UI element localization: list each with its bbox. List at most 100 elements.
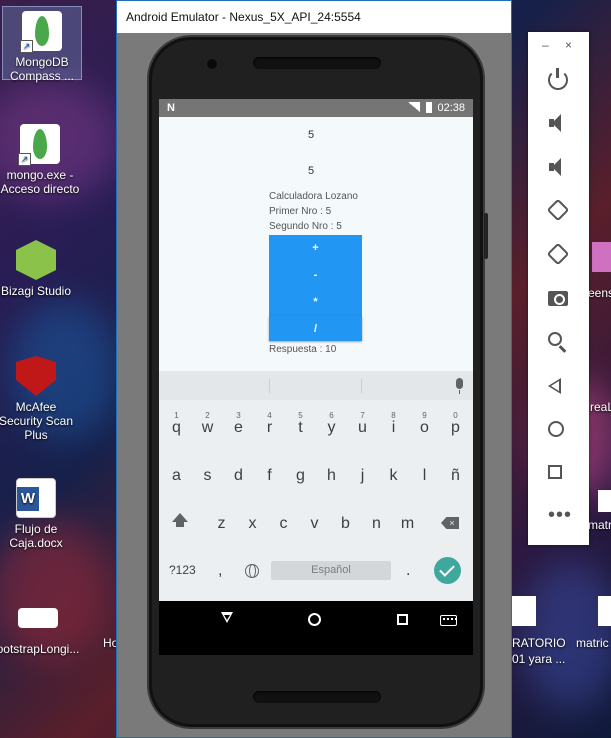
- key-label: e: [234, 419, 243, 436]
- key-hint: 7: [360, 411, 365, 420]
- key-label: b: [341, 515, 350, 532]
- status-time: 02:38: [437, 102, 465, 114]
- power-icon: [548, 68, 568, 90]
- key-r[interactable]: r4: [254, 411, 285, 442]
- divide-button[interactable]: /: [269, 316, 362, 341]
- desktop-icon-label: ootstrapLongi...: [0, 642, 80, 656]
- key-l[interactable]: l: [409, 459, 440, 490]
- back-button[interactable]: [548, 378, 568, 398]
- home-button[interactable]: [548, 421, 568, 441]
- rotate-right-button[interactable]: [546, 242, 570, 266]
- key-z[interactable]: z: [206, 507, 237, 538]
- key-j[interactable]: j: [347, 459, 378, 490]
- more-button[interactable]: •••: [548, 505, 571, 530]
- desktop-partial-label: matric: [588, 518, 611, 532]
- key-e[interactable]: e3: [223, 411, 254, 442]
- power-button[interactable]: [548, 68, 568, 90]
- key-g[interactable]: g: [285, 459, 316, 490]
- zoom-button[interactable]: [548, 332, 568, 352]
- key-n[interactable]: n: [361, 507, 392, 538]
- volume-down-button[interactable]: [548, 157, 568, 177]
- symbols-key[interactable]: ?123: [169, 555, 196, 586]
- key-label: y: [327, 419, 336, 436]
- phone-screen[interactable]: N 02:38 5 5 Calculadora Lozano Primer Nr…: [159, 99, 473, 655]
- subtract-button[interactable]: -: [269, 262, 362, 289]
- desktop-icon-mcafee[interactable]: McAfee Security Scan Plus: [0, 356, 76, 442]
- desktop-icon-label: McAfee Security Scan Plus: [0, 400, 74, 442]
- desktop-icon-fragment: [598, 490, 611, 512]
- space-key[interactable]: Español: [271, 561, 391, 580]
- second-number-input[interactable]: 5: [159, 165, 463, 177]
- key-c[interactable]: c: [268, 507, 299, 538]
- desktop-partial-label: 01 yara ...: [512, 652, 566, 666]
- key-u[interactable]: u7: [347, 411, 378, 442]
- keyboard-row: q1w2e3r4t5y6u7i8o9p0: [159, 411, 473, 442]
- desktop-icon-mongo-exe[interactable]: ↗ mongo.exe - Acceso directo: [0, 124, 80, 196]
- result-label: Respuesta : 10: [269, 344, 337, 355]
- key-label: n: [372, 515, 381, 532]
- comma-key[interactable]: ,: [218, 555, 222, 586]
- key-b[interactable]: b: [330, 507, 361, 538]
- key-label: x: [248, 515, 257, 532]
- key-hint: 3: [236, 411, 241, 420]
- back-icon: [548, 378, 561, 394]
- nav-home-icon[interactable]: [308, 613, 321, 626]
- key-hint: 1: [174, 411, 179, 420]
- key-d[interactable]: d: [223, 459, 254, 490]
- key-hint: 0: [453, 411, 458, 420]
- keyboard-switch-icon[interactable]: [440, 615, 457, 626]
- key-v[interactable]: v: [299, 507, 330, 538]
- key-label: k: [389, 467, 398, 484]
- key-a[interactable]: a: [161, 459, 192, 490]
- desktop-icon-bizagi-studio[interactable]: Bizagi Studio: [0, 240, 76, 298]
- microphone-icon[interactable]: [456, 378, 463, 394]
- key-m[interactable]: m: [392, 507, 423, 538]
- zoom-icon: [548, 332, 562, 346]
- close-button[interactable]: ×: [565, 38, 572, 52]
- desktop-icon-mongodb-compass[interactable]: ↗ MongoDB Compass ...: [2, 6, 82, 83]
- key-q[interactable]: q1: [161, 411, 192, 442]
- top-speaker: [253, 57, 381, 69]
- first-number-input[interactable]: 5: [159, 129, 463, 141]
- key-s[interactable]: s: [192, 459, 223, 490]
- volume-up-button[interactable]: [548, 113, 568, 133]
- shift-key-icon[interactable]: [165, 507, 196, 538]
- overview-button[interactable]: [548, 465, 568, 485]
- nav-recents-icon[interactable]: [397, 614, 408, 625]
- minimize-button[interactable]: –: [542, 38, 549, 52]
- word-document-icon: [16, 478, 56, 518]
- soft-keyboard[interactable]: q1w2e3r4t5y6u7i8o9p0 asdfghjklñ × zxcvbn…: [159, 371, 473, 601]
- navigation-bar: [159, 601, 473, 655]
- key-label: ñ: [451, 467, 460, 484]
- keyboard-row: ?123 , Español .: [159, 555, 473, 586]
- multiply-button[interactable]: *: [269, 289, 362, 316]
- first-number-label: Primer Nro : 5: [269, 206, 332, 217]
- rotate-left-button[interactable]: [546, 198, 570, 222]
- key-w[interactable]: w2: [192, 411, 223, 442]
- desktop-icon-bootstrap[interactable]: ootstrapLongi...: [0, 598, 82, 656]
- key-label: m: [400, 515, 415, 532]
- calculator-app: 5 5 Calculadora Lozano Primer Nro : 5 Se…: [159, 117, 473, 389]
- key-k[interactable]: k: [378, 459, 409, 490]
- key-label: w: [201, 419, 214, 436]
- key-i[interactable]: i8: [378, 411, 409, 442]
- key-ñ[interactable]: ñ: [440, 459, 471, 490]
- key-label: v: [310, 515, 319, 532]
- key-f[interactable]: f: [254, 459, 285, 490]
- desktop-icon-label: MongoDB Compass ...: [9, 55, 75, 83]
- period-key[interactable]: .: [406, 555, 410, 586]
- add-button[interactable]: +: [269, 235, 362, 262]
- key-t[interactable]: t5: [285, 411, 316, 442]
- key-o[interactable]: o9: [409, 411, 440, 442]
- desktop-icon-label: mongo.exe - Acceso directo: [0, 168, 80, 196]
- key-hint: 5: [298, 411, 303, 420]
- key-h[interactable]: h: [316, 459, 347, 490]
- key-x[interactable]: x: [237, 507, 268, 538]
- screenshot-button[interactable]: [548, 288, 568, 308]
- enter-check-icon[interactable]: [434, 557, 461, 584]
- globe-icon[interactable]: [245, 564, 259, 578]
- key-p[interactable]: p0: [440, 411, 471, 442]
- key-y[interactable]: y6: [316, 411, 347, 442]
- desktop-icon-flujo-de-caja[interactable]: Flujo de Caja.docx: [0, 478, 76, 550]
- backspace-key[interactable]: ×: [435, 507, 466, 538]
